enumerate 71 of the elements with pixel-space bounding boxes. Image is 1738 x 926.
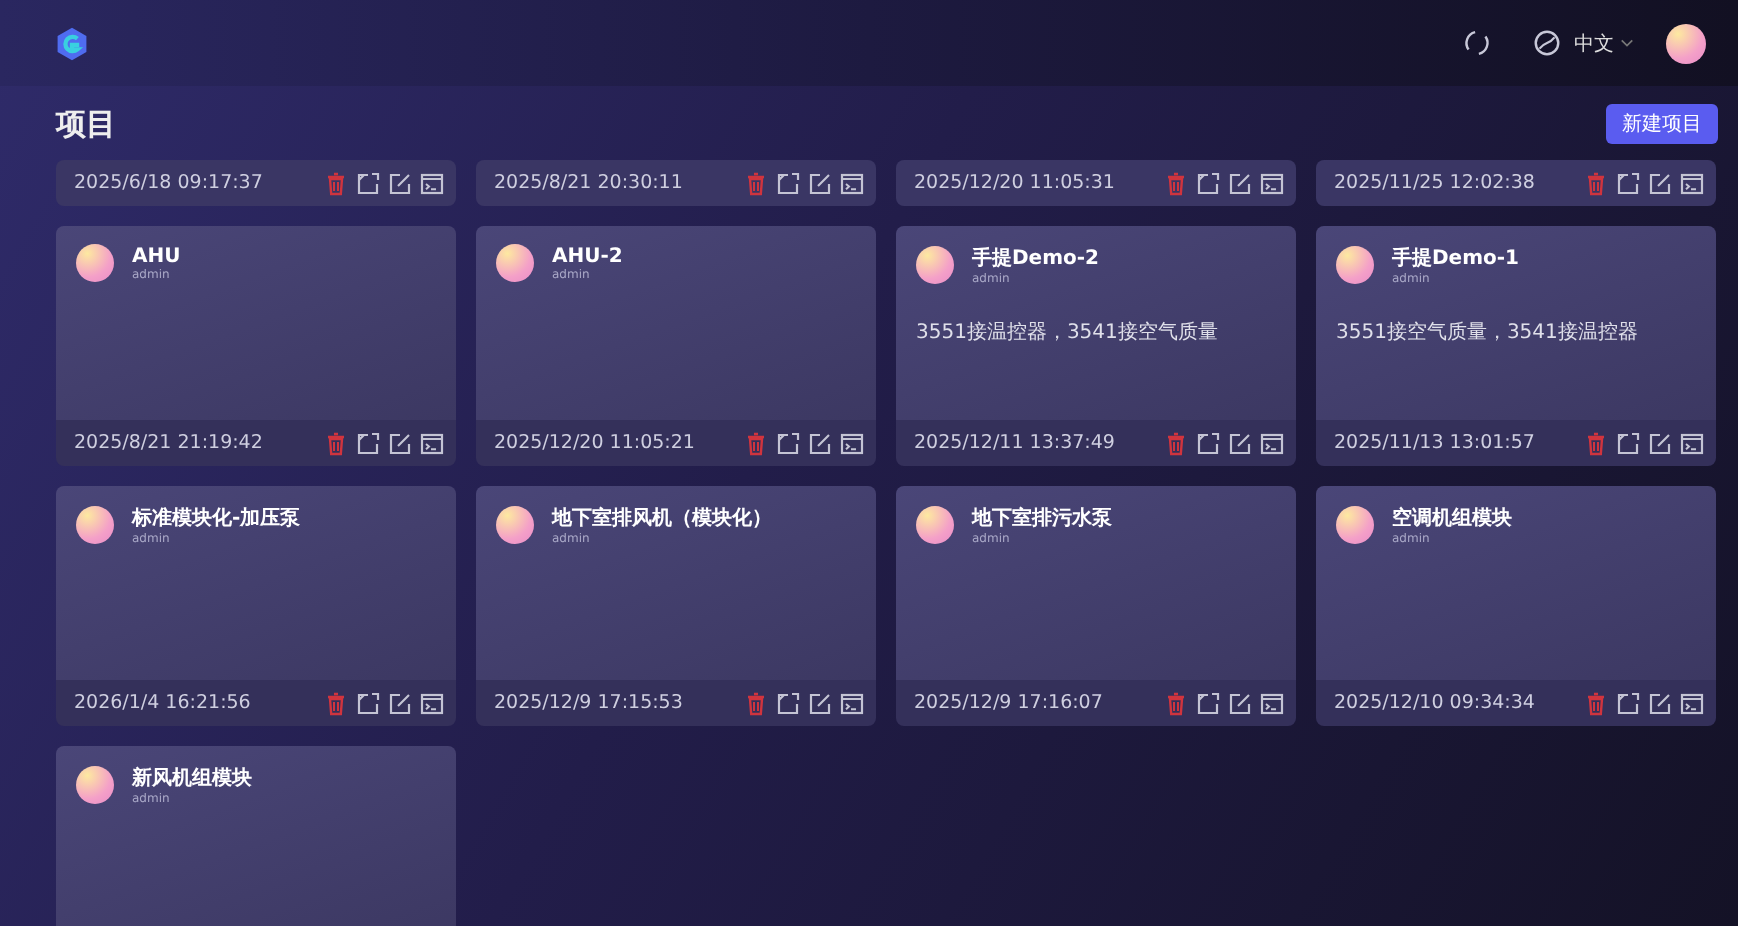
timestamp: 2025/11/13 13:01:57: [1334, 432, 1535, 454]
chevron-down-icon: [1620, 36, 1634, 50]
edit-icon[interactable]: [808, 691, 832, 715]
terminal-icon[interactable]: [1680, 431, 1704, 455]
timestamp: 2025/12/10 09:34:34: [1334, 692, 1535, 714]
edit-icon[interactable]: [1228, 431, 1252, 455]
edit-icon[interactable]: [1648, 691, 1672, 715]
edit-icon[interactable]: [808, 171, 832, 195]
avatar: [76, 766, 114, 804]
timestamp: 2026/1/4 16:21:56: [74, 692, 251, 714]
project-name: AHU-2: [552, 245, 623, 267]
timestamp: 2025/12/11 13:37:49: [914, 432, 1115, 454]
edit-icon[interactable]: [1228, 691, 1252, 715]
avatar: [76, 506, 114, 544]
avatar: [496, 506, 534, 544]
refresh-icon[interactable]: [1462, 28, 1492, 58]
new-project-button[interactable]: 新建项目: [1606, 103, 1718, 143]
project-name: 地下室排风机（模块化）: [552, 504, 772, 532]
logo-icon: [54, 25, 90, 61]
edit-icon[interactable]: [1228, 171, 1252, 195]
project-description: 3551接空气质量，3541接温控器: [1336, 319, 1640, 346]
timestamp: 2025/6/18 09:17:37: [74, 172, 263, 194]
avatar: [76, 244, 114, 282]
trash-icon[interactable]: [1584, 431, 1608, 455]
timestamp: 2025/12/9 17:16:07: [914, 692, 1103, 714]
terminal-icon[interactable]: [840, 171, 864, 195]
terminal-icon[interactable]: [1680, 171, 1704, 195]
trash-icon[interactable]: [324, 431, 348, 455]
language-selector[interactable]: 中文: [1574, 29, 1634, 57]
edit-icon[interactable]: [388, 171, 412, 195]
project-name: 手提Demo-1: [1392, 245, 1519, 272]
trash-icon[interactable]: [1164, 691, 1188, 715]
terminal-icon[interactable]: [420, 431, 444, 455]
page-title: 项目: [56, 104, 116, 144]
edit-icon[interactable]: [808, 431, 832, 455]
terminal-icon[interactable]: [840, 691, 864, 715]
avatar: [916, 506, 954, 544]
terminal-icon[interactable]: [420, 691, 444, 715]
trash-icon[interactable]: [744, 691, 768, 715]
project-name: 标准模块化-加压泵: [132, 505, 301, 532]
project-name: AHU: [132, 245, 181, 267]
timestamp: 2025/8/21 21:19:42: [74, 432, 263, 454]
project-name: 地下室排污水泵: [972, 504, 1112, 532]
edit-icon[interactable]: [1648, 431, 1672, 455]
edit-icon[interactable]: [388, 691, 412, 715]
timestamp: 2025/8/21 20:30:11: [494, 172, 683, 194]
timestamp: 2025/11/25 12:02:38: [1334, 172, 1535, 194]
trash-icon[interactable]: [744, 431, 768, 455]
user-avatar[interactable]: [1666, 23, 1706, 63]
project-name: 空调机组模块: [1392, 505, 1512, 532]
avatar: [1336, 246, 1374, 284]
trash-icon[interactable]: [1164, 431, 1188, 455]
project-description: 3551接温控器，3541接空气质量: [916, 319, 1220, 346]
edit-icon[interactable]: [388, 431, 412, 455]
terminal-icon[interactable]: [1260, 431, 1284, 455]
terminal-icon[interactable]: [1260, 171, 1284, 195]
terminal-icon[interactable]: [1260, 691, 1284, 715]
trash-icon[interactable]: [1584, 691, 1608, 715]
timestamp: 2025/12/20 11:05:31: [914, 172, 1115, 194]
timestamp: 2025/12/9 17:15:53: [494, 692, 683, 714]
terminal-icon[interactable]: [420, 171, 444, 195]
edit-icon[interactable]: [1648, 171, 1672, 195]
project-name: 新风机组模块: [132, 764, 252, 792]
project-name: 手提Demo-2: [972, 245, 1099, 272]
avatar: [496, 244, 534, 282]
terminal-icon[interactable]: [1680, 691, 1704, 715]
timestamp: 2025/12/20 11:05:21: [494, 432, 695, 454]
terminal-icon[interactable]: [840, 431, 864, 455]
trash-icon[interactable]: [324, 691, 348, 715]
avatar: [916, 246, 954, 284]
avatar: [1336, 506, 1374, 544]
